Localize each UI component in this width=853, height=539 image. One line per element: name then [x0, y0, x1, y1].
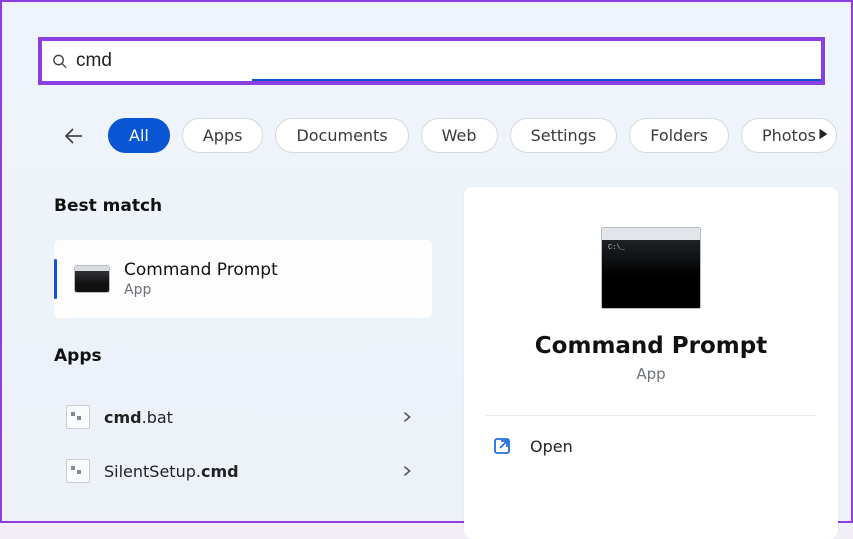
filter-row: All Apps Documents Web Settings Folders … — [58, 118, 849, 153]
best-match-subtitle: App — [124, 282, 278, 298]
search-input[interactable] — [42, 41, 252, 81]
back-button[interactable] — [58, 120, 90, 152]
apps-heading: Apps — [54, 346, 432, 366]
filter-chip-documents[interactable]: Documents — [275, 118, 408, 153]
filter-chip-settings[interactable]: Settings — [510, 118, 618, 153]
preview-divider — [486, 415, 816, 416]
batch-file-icon — [66, 405, 90, 429]
app-result-cmd-bat[interactable]: cmd.bat — [54, 390, 432, 444]
app-result-silentsetup-cmd[interactable]: SilentSetup.cmd — [54, 444, 432, 498]
chevron-right-icon — [400, 464, 414, 478]
preview-app-icon — [601, 227, 701, 309]
filter-chip-web[interactable]: Web — [421, 118, 498, 153]
app-result-label-prefix: cmd — [104, 408, 142, 427]
app-result-label-suffix: cmd — [201, 462, 239, 481]
results-left-column: Best match Command Prompt App Apps cmd.b… — [54, 196, 432, 498]
filter-chip-all[interactable]: All — [108, 118, 170, 153]
search-bar[interactable] — [38, 37, 825, 85]
app-result-label-prefix: SilentSetup. — [104, 462, 201, 481]
filter-scroll-right-button[interactable] — [807, 118, 839, 150]
preview-title: Command Prompt — [464, 333, 838, 359]
open-icon — [492, 436, 512, 456]
preview-action-open[interactable]: Open — [464, 424, 838, 468]
preview-action-label: Open — [530, 437, 573, 456]
preview-pane: Command Prompt App Open — [464, 187, 838, 539]
best-match-title: Command Prompt — [124, 260, 278, 280]
command-prompt-icon — [74, 265, 110, 293]
search-bar-rest — [252, 41, 821, 81]
best-match-heading: Best match — [54, 196, 432, 216]
chevron-right-icon — [400, 410, 414, 424]
search-icon — [52, 54, 67, 69]
app-result-label-suffix: .bat — [142, 408, 173, 427]
preview-subtitle: App — [464, 365, 838, 383]
batch-file-icon — [66, 459, 90, 483]
best-match-item[interactable]: Command Prompt App — [54, 240, 432, 318]
filter-chip-apps[interactable]: Apps — [182, 118, 264, 153]
filter-chip-folders[interactable]: Folders — [629, 118, 729, 153]
